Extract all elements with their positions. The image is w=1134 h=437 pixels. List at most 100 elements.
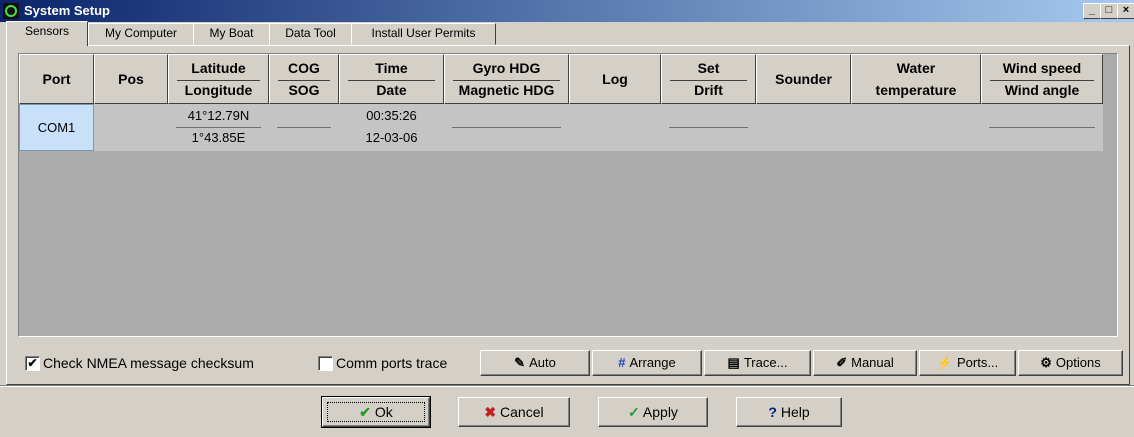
column-label-top: COG: [288, 60, 320, 76]
button-label: Auto: [529, 355, 556, 370]
sensors-table: Port Pos Latitude Longitude COG SOG Time Da…: [18, 53, 1118, 337]
divider: [670, 80, 747, 81]
column-label: Pos: [118, 71, 144, 87]
column-label-top: Wind speed: [1002, 60, 1082, 76]
port-value: COM1: [37, 120, 76, 135]
column-label-bottom: temperature: [875, 82, 957, 98]
button-label: Cancel: [500, 404, 544, 420]
wind-cell[interactable]: [981, 104, 1103, 151]
divider: [176, 127, 261, 128]
button-label: Options: [1055, 355, 1101, 370]
divider: [669, 127, 748, 128]
divider: [278, 80, 330, 81]
column-label-bottom: SOG: [288, 82, 320, 98]
column-header-wind[interactable]: Wind speed Wind angle: [981, 54, 1103, 104]
auto-icon: ✎: [514, 355, 526, 370]
button-label: Manual: [851, 355, 894, 370]
ok-button[interactable]: ✔ Ok: [321, 396, 431, 428]
check-icon: ✓: [628, 404, 640, 420]
button-label: Help: [780, 404, 810, 420]
ports-button[interactable]: ⚡ Ports...: [919, 350, 1016, 376]
column-label-top: Time: [375, 60, 408, 76]
arrange-button[interactable]: # Arrange: [592, 350, 702, 376]
sounder-cell[interactable]: [756, 104, 851, 151]
heading-cell[interactable]: [444, 104, 569, 151]
tab-sensors[interactable]: Sensors: [6, 21, 88, 46]
ports-trace-checkbox[interactable]: [318, 356, 333, 371]
cancel-x-icon: ✖: [484, 404, 497, 420]
column-label: Sounder: [775, 71, 832, 87]
title-bar: System Setup _ □ ×: [0, 0, 1134, 22]
apply-button[interactable]: ✓ Apply: [598, 397, 708, 427]
column-label-top: Latitude: [191, 60, 246, 76]
grid-icon: #: [618, 355, 626, 370]
trace-button[interactable]: ▤ Trace...: [704, 350, 811, 376]
auto-button[interactable]: ✎ Auto: [480, 350, 590, 376]
column-header-time-date[interactable]: Time Date: [339, 54, 444, 104]
button-label: Arrange: [629, 355, 676, 370]
divider: [452, 127, 561, 128]
tab-install-user-permits[interactable]: Install User Permits: [351, 23, 496, 45]
column-label-bottom: Wind angle: [1004, 82, 1080, 98]
water-temperature-cell[interactable]: [851, 104, 981, 151]
column-header-log[interactable]: Log: [569, 54, 661, 104]
log-cell[interactable]: [569, 104, 661, 151]
cancel-button[interactable]: ✖ Cancel: [458, 397, 570, 427]
column-header-heading[interactable]: Gyro HDG Magnetic HDG: [444, 54, 569, 104]
column-label-top: Gyro HDG: [472, 60, 541, 76]
column-label-top: Set: [697, 60, 720, 76]
maximize-button[interactable]: □: [1100, 3, 1118, 19]
close-button[interactable]: ×: [1117, 3, 1134, 19]
column-label-bottom: Magnetic HDG: [458, 82, 555, 98]
column-label-bottom: Longitude: [184, 82, 253, 98]
ports-trace-label: Comm ports trace: [336, 355, 448, 371]
divider: [177, 80, 260, 81]
column-header-set-drift[interactable]: Set Drift: [661, 54, 756, 104]
help-icon: ?: [768, 404, 777, 420]
window-title: System Setup: [24, 3, 110, 18]
options-button[interactable]: ⚙ Options: [1018, 350, 1123, 376]
manual-button[interactable]: ✐ Manual: [813, 350, 917, 376]
divider: [453, 80, 560, 81]
divider: [348, 80, 435, 81]
tab-my-computer[interactable]: My Computer: [88, 23, 194, 45]
column-header-port[interactable]: Port: [19, 54, 94, 104]
pen-icon: ✐: [836, 355, 848, 370]
options-icon: ⚙: [1040, 355, 1052, 370]
latitude-value: 41°12.79N: [187, 108, 250, 123]
column-header-pos[interactable]: Pos: [94, 54, 168, 104]
time-date-cell[interactable]: 00:35:26 12-03-06: [339, 104, 444, 151]
column-header-sounder[interactable]: Sounder: [756, 54, 851, 104]
lat-lon-cell[interactable]: 41°12.79N 1°43.85E: [168, 104, 269, 151]
cog-sog-cell[interactable]: [269, 104, 339, 151]
divider: [277, 127, 331, 128]
footer-separator: [0, 385, 1134, 387]
column-label: Log: [602, 71, 628, 87]
tab-data-tool[interactable]: Data Tool: [269, 23, 352, 45]
lifebuoy-icon: [3, 3, 19, 19]
focus-outline: [327, 402, 425, 422]
longitude-value: 1°43.85E: [191, 130, 246, 145]
column-label-bottom: Date: [376, 82, 407, 98]
set-drift-cell[interactable]: [661, 104, 756, 151]
column-header-cog-sog[interactable]: COG SOG: [269, 54, 339, 104]
divider: [989, 127, 1095, 128]
date-value: 12-03-06: [365, 130, 418, 145]
trace-icon: ▤: [727, 355, 740, 370]
minimize-button[interactable]: _: [1083, 3, 1101, 19]
help-button[interactable]: ? Help: [736, 397, 842, 427]
button-label: Trace...: [743, 355, 788, 370]
column-label: Port: [42, 71, 71, 87]
time-value: 00:35:26: [366, 108, 417, 123]
column-label-top: Water: [896, 60, 936, 76]
checksum-label: Check NMEA message checksum: [43, 355, 254, 371]
port-cell[interactable]: COM1: [19, 104, 94, 151]
pos-cell[interactable]: [94, 104, 168, 151]
checksum-checkbox[interactable]: ✔: [25, 356, 40, 371]
tab-my-boat[interactable]: My Boat: [193, 23, 270, 45]
button-label: Ports...: [957, 355, 999, 370]
column-header-lat-lon[interactable]: Latitude Longitude: [168, 54, 269, 104]
button-label: Apply: [642, 404, 678, 420]
column-header-water-temperature[interactable]: Water temperature: [851, 54, 981, 104]
plug-icon: ⚡: [936, 355, 953, 370]
